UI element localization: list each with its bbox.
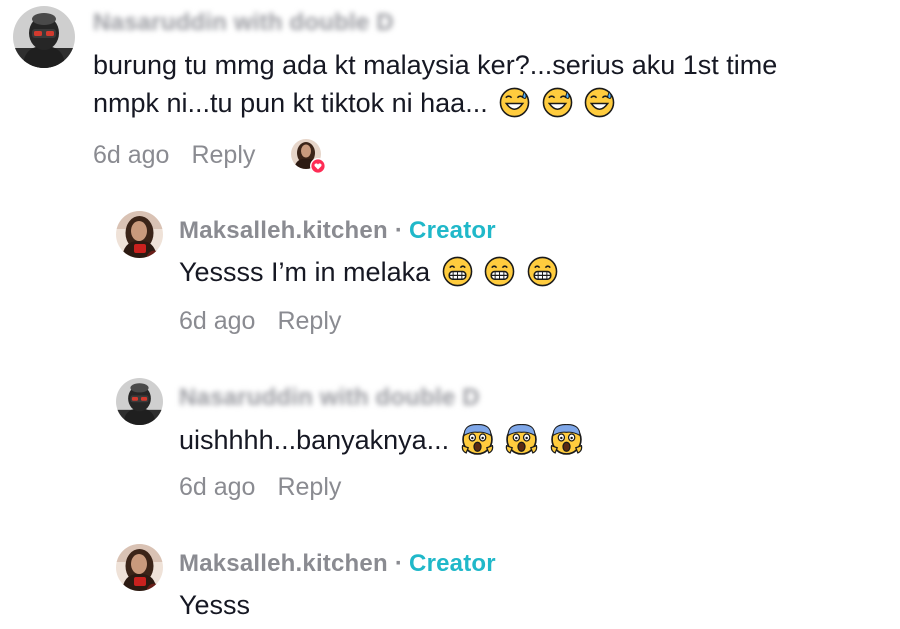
reply-item: Nasaruddin with double D uishhhh...banya… (0, 366, 900, 506)
user-avatar-icon (13, 6, 75, 68)
reply-button[interactable]: Reply (277, 307, 341, 335)
comment-text: Yesss (179, 586, 250, 624)
comment-username[interactable]: Maksalleh.kitchen (179, 217, 388, 244)
avatar[interactable] (116, 378, 163, 425)
user-avatar-icon (116, 378, 163, 425)
comment-item: Nasaruddin with double D burung tu mmg a… (0, 0, 900, 180)
creator-badge: Creator (409, 217, 496, 244)
comment-text-content: Yessss I’m in melaka (179, 257, 431, 287)
creator-liked-badge (290, 138, 330, 178)
comment-text-line1: burung tu mmg ada kt malaysia ker?...ser… (93, 50, 778, 80)
comment-timestamp: 6d ago (179, 473, 256, 501)
creator-avatar-icon (116, 211, 163, 258)
screaming-emoji-icon (550, 422, 583, 455)
reply-button[interactable]: Reply (191, 141, 255, 169)
comment-timestamp: 6d ago (93, 141, 170, 169)
creator-avatar-icon (116, 544, 163, 591)
grimacing-emoji-icon (527, 256, 558, 287)
comment-username[interactable]: Nasaruddin with double D (93, 9, 394, 37)
comment-meta: 6d ago Reply (179, 473, 341, 502)
username-separator: · (394, 217, 404, 244)
comment-text: burung tu mmg ada kt malaysia ker?...ser… (93, 46, 777, 84)
grinning-sweat-emoji-icon (499, 87, 530, 118)
comment-username[interactable]: Nasaruddin with double D (179, 384, 480, 412)
reply-username-row: Maksalleh.kitchen · Creator (179, 217, 496, 245)
comment-meta: 6d ago Reply (179, 307, 341, 336)
screaming-emoji-icon (461, 422, 494, 455)
comment-text-line2-container: nmpk ni...tu pun kt tiktok ni haa... (93, 84, 615, 122)
avatar[interactable] (116, 211, 163, 258)
reply-item: Maksalleh.kitchen · Creator Yessss I’m in … (0, 200, 900, 340)
grinning-sweat-emoji-icon (542, 87, 573, 118)
avatar[interactable] (116, 544, 163, 591)
comment-meta: 6d ago Reply (93, 141, 255, 170)
grimacing-emoji-icon (484, 256, 515, 287)
reply-button[interactable]: Reply (277, 473, 341, 501)
username-separator: · (394, 550, 404, 577)
comment-text-line2: nmpk ni...tu pun kt tiktok ni haa... (93, 88, 488, 118)
comment-text-content: uishhhh...banyaknya... (179, 425, 450, 455)
comment-username[interactable]: Maksalleh.kitchen (179, 550, 388, 577)
reply-username-row: Maksalleh.kitchen · Creator (179, 550, 496, 578)
reply-item: Maksalleh.kitchen · Creator Yesss (0, 533, 900, 629)
comment-text: uishhhh...banyaknya... (179, 421, 583, 459)
grinning-sweat-emoji-icon (584, 87, 615, 118)
avatar[interactable] (13, 6, 75, 68)
grimacing-emoji-icon (442, 256, 473, 287)
comment-text-content: Yesss (179, 590, 251, 620)
creator-liked-icon (291, 139, 326, 174)
screaming-emoji-icon (505, 422, 538, 455)
comment-timestamp: 6d ago (179, 307, 256, 335)
comment-text: Yessss I’m in melaka (179, 253, 558, 291)
creator-badge: Creator (409, 550, 496, 577)
